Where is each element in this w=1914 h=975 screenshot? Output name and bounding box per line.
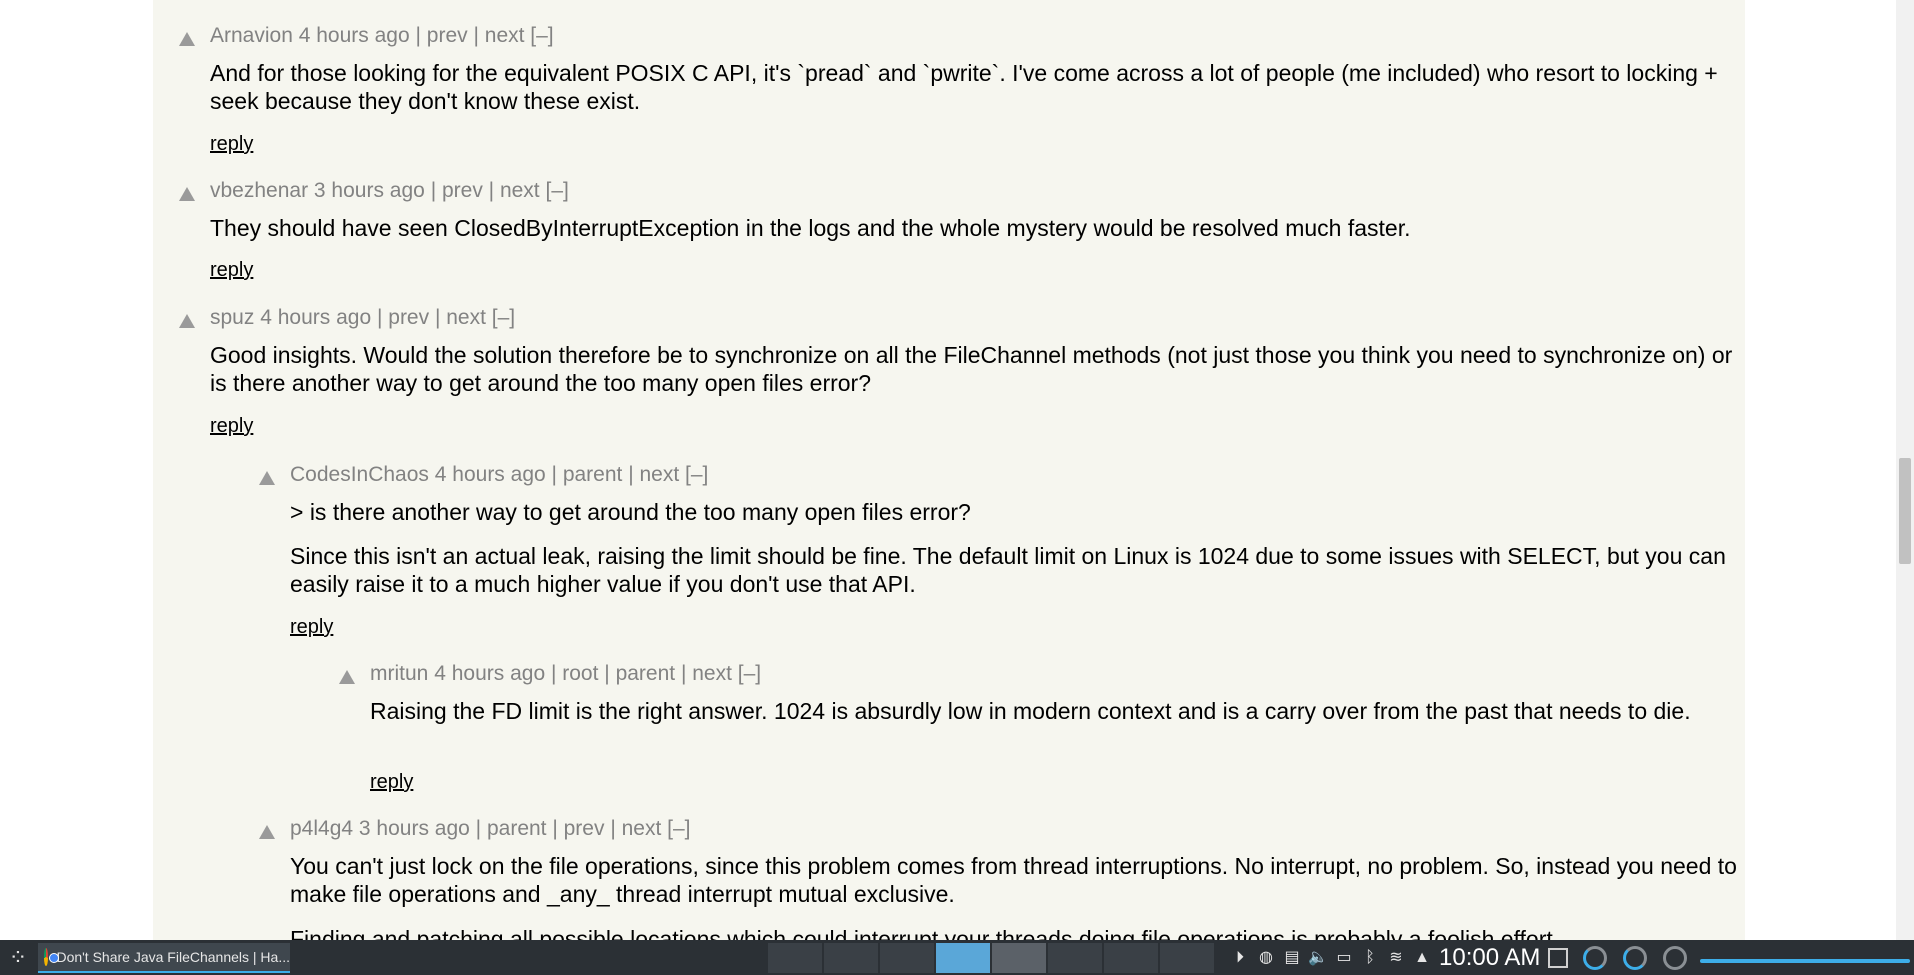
desktop-pager-6[interactable] — [1048, 943, 1102, 973]
comment-text: Raising the FD limit is the right answer… — [370, 698, 1691, 724]
comment-user[interactable]: mritun — [370, 662, 428, 685]
comment-text: Since this isn't an actual leak, raising… — [290, 543, 1726, 597]
comment-nav[interactable]: | prev | next [–] — [377, 306, 515, 329]
comment-header: vbezhenar 3 hours ago | prev | next [–] — [210, 179, 569, 203]
comment-age[interactable]: 4 hours ago — [434, 662, 545, 685]
comment-nav[interactable]: | root | parent | next [–] — [551, 662, 761, 685]
desktop-pager-7[interactable] — [1104, 943, 1158, 973]
upvote-arrow-icon[interactable] — [259, 471, 275, 485]
comment-age[interactable]: 4 hours ago — [299, 24, 410, 47]
comment-age[interactable]: 3 hours ago — [359, 817, 470, 840]
upvote-arrow-icon[interactable] — [179, 187, 195, 201]
task-chrome-window[interactable]: Don't Share Java FileChannels | Ha... — [38, 943, 290, 973]
comment-user[interactable]: spuz — [210, 306, 254, 329]
activity-ring-icon[interactable] — [1583, 946, 1607, 970]
progress-bar — [1700, 959, 1910, 963]
upvote-arrow-icon[interactable] — [259, 825, 275, 839]
upvote-arrow-icon[interactable] — [179, 314, 195, 328]
clipboard-icon[interactable]: ▤ — [1281, 948, 1303, 968]
comment-header: p4l4g4 3 hours ago | parent | prev | nex… — [290, 817, 690, 841]
comment-user[interactable]: CodesInChaos — [290, 463, 429, 486]
scrollbar-thumb[interactable] — [1899, 458, 1911, 564]
media-play-icon[interactable]: ⏵ — [1229, 948, 1251, 968]
reply-link[interactable]: reply — [210, 132, 253, 156]
comment-nav[interactable]: | prev | next [–] — [416, 24, 554, 47]
comment-nav[interactable]: | parent | prev | next [–] — [476, 817, 691, 840]
network-status-icon[interactable]: ◍ — [1255, 948, 1277, 968]
clock[interactable]: 10:00 AM — [1439, 945, 1540, 971]
page-scrollbar[interactable] — [1896, 0, 1914, 940]
comment-page: Arnavion 4 hours ago | prev | next [–] A… — [153, 0, 1745, 940]
desktop-pager-3[interactable] — [880, 943, 934, 973]
comment-text: They should have seen ClosedByInterruptE… — [210, 215, 1411, 241]
battery-icon[interactable]: ▭ — [1333, 948, 1355, 968]
desktop-pager-5[interactable] — [992, 943, 1046, 973]
desktop-pager-2[interactable] — [824, 943, 878, 973]
show-desktop-icon[interactable] — [1548, 948, 1568, 968]
comment-header: CodesInChaos 4 hours ago | parent | next… — [290, 463, 708, 487]
comment-header: mritun 4 hours ago | root | parent | nex… — [370, 662, 761, 686]
comment-text-cut: Finding and patching all possible locati… — [290, 926, 1560, 940]
reply-link[interactable]: reply — [210, 414, 253, 438]
comment-user[interactable]: p4l4g4 — [290, 817, 353, 840]
desktop-pager-8[interactable] — [1160, 943, 1214, 973]
comment-age[interactable]: 3 hours ago — [314, 179, 425, 202]
comment-nav[interactable]: | prev | next [–] — [431, 179, 569, 202]
comment-user[interactable]: vbezhenar — [210, 179, 308, 202]
desktop-pager-4[interactable] — [936, 943, 990, 973]
reply-link[interactable]: reply — [370, 770, 413, 794]
bluetooth-icon[interactable]: ᛒ — [1359, 948, 1381, 968]
comment-user[interactable]: Arnavion — [210, 24, 293, 47]
comment-text: Good insights. Would the solution theref… — [210, 342, 1733, 396]
activity-ring-icon-2[interactable] — [1623, 946, 1647, 970]
comment-header: Arnavion 4 hours ago | prev | next [–] — [210, 24, 554, 48]
comment-text: You can't just lock on the file operatio… — [290, 853, 1737, 907]
chrome-icon — [44, 948, 61, 966]
task-label: Don't Share Java FileChannels | Ha... — [56, 949, 290, 965]
comment-age[interactable]: 4 hours ago — [260, 306, 371, 329]
comment-nav[interactable]: | parent | next [–] — [552, 463, 709, 486]
comment-quote: > is there another way to get around the… — [290, 499, 971, 525]
reply-link[interactable]: reply — [210, 258, 253, 282]
upvote-arrow-icon[interactable] — [179, 32, 195, 46]
reply-link[interactable]: reply — [290, 615, 333, 639]
comment-header: spuz 4 hours ago | prev | next [–] — [210, 306, 515, 330]
desktop-pager-1[interactable] — [768, 943, 822, 973]
tray-expand-icon[interactable]: ▲ — [1411, 948, 1433, 968]
volume-icon[interactable]: 🔈 — [1307, 948, 1329, 968]
app-launcher-icon[interactable]: ⁘ — [6, 946, 30, 970]
comment-age[interactable]: 4 hours ago — [435, 463, 546, 486]
activity-ring-icon-3[interactable] — [1663, 946, 1687, 970]
comment-text: And for those looking for the equivalent… — [210, 60, 1718, 114]
wifi-icon[interactable]: ≋ — [1385, 948, 1407, 968]
upvote-arrow-icon[interactable] — [339, 670, 355, 684]
taskbar: ⁘ Don't Share Java FileChannels | Ha... … — [0, 940, 1914, 975]
